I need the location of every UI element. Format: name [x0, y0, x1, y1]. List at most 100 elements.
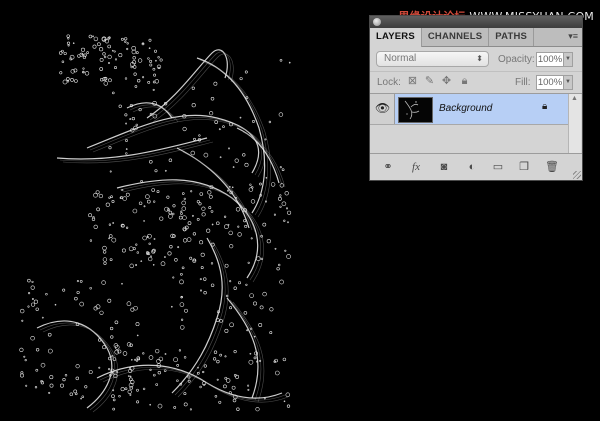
new-group-icon[interactable]: ▭	[490, 160, 506, 174]
splash-droplet	[198, 134, 201, 137]
splash-stroke	[92, 119, 265, 178]
lock-paint-icon[interactable]: ✎	[423, 75, 436, 88]
trash-icon[interactable]: 🗑︎	[544, 160, 560, 174]
blend-mode-select[interactable]: Normal ⬍	[376, 51, 489, 67]
visibility-toggle[interactable]: 👁︎	[370, 94, 395, 124]
splash-droplet	[260, 257, 264, 261]
splash-droplet	[79, 301, 84, 307]
splash-droplet	[274, 247, 277, 250]
panel-menu-icon[interactable]: ▾≡	[568, 31, 578, 42]
splash-droplet	[182, 126, 187, 132]
fx-icon[interactable]: fx	[408, 160, 424, 174]
splash-droplet	[97, 42, 101, 47]
opacity-field[interactable]: 100%	[536, 52, 564, 67]
splash-droplet	[108, 196, 111, 199]
splash-droplet	[149, 63, 153, 67]
splash-droplet	[103, 55, 107, 59]
splash-droplet	[157, 66, 161, 69]
fill-arrow-icon[interactable]: ▼	[564, 75, 573, 90]
opacity-arrow-icon[interactable]: ▼	[564, 52, 573, 67]
splash-droplet	[88, 34, 93, 39]
splash-droplet	[279, 194, 282, 197]
splash-droplet	[133, 72, 137, 76]
splash-droplet	[72, 42, 75, 45]
splash-droplet	[236, 407, 240, 411]
panel-titlebar[interactable]	[370, 16, 582, 28]
link-layers-icon[interactable]: ⚭	[380, 160, 396, 174]
tab-layers[interactable]: LAYERS	[370, 28, 422, 47]
lock-transparent-icon[interactable]: ⊠	[406, 75, 419, 88]
splash-droplet	[166, 195, 170, 199]
splash-droplet	[235, 374, 240, 379]
splash-droplet	[279, 279, 284, 285]
splash-droplet	[125, 122, 128, 125]
splash-droplet	[269, 331, 273, 335]
splash-droplet	[219, 353, 223, 357]
splash-droplet	[25, 384, 28, 387]
splash-droplet	[127, 389, 132, 395]
splash-droplet	[135, 123, 139, 127]
splash-droplet	[142, 235, 148, 241]
splash-droplet	[127, 375, 130, 378]
splash-droplet	[210, 262, 214, 265]
splash-droplet	[126, 47, 129, 51]
add-mask-icon[interactable]: ◙	[436, 160, 452, 174]
tab-paths[interactable]: PATHS	[489, 28, 535, 46]
layer-row-background[interactable]: 👁︎ Background 🔒︎	[370, 94, 570, 125]
splash-droplet	[213, 350, 218, 354]
splash-droplet	[286, 254, 291, 259]
splash-droplet	[140, 260, 143, 263]
splash-droplet	[232, 166, 235, 168]
new-layer-icon[interactable]: ❐	[516, 160, 532, 174]
splash-droplet	[229, 280, 232, 283]
splash-droplet	[66, 34, 70, 38]
splash-droplet	[284, 191, 289, 196]
splash-droplet	[176, 379, 179, 382]
splash-droplet	[199, 192, 204, 196]
splash-droplet	[125, 139, 128, 142]
splash-droplet	[168, 210, 173, 215]
splash-droplet	[224, 376, 228, 380]
splash-droplet	[184, 308, 188, 313]
layers-scrollbar[interactable]: ▲	[568, 94, 581, 156]
splash-droplet	[181, 266, 185, 270]
splash-droplet	[164, 169, 167, 172]
splash-droplet	[135, 243, 138, 246]
fill-field[interactable]: 100%	[536, 75, 564, 90]
splash-droplet	[142, 76, 145, 79]
lock-move-icon[interactable]: ✥	[440, 75, 453, 88]
splash-droplet	[183, 402, 188, 407]
splash-droplet	[118, 104, 122, 108]
splash-droplet	[234, 158, 239, 163]
adjustment-layer-icon[interactable]: ◐	[464, 160, 480, 174]
splash-droplet	[80, 47, 86, 52]
splash-droplet	[232, 398, 237, 403]
tab-channels[interactable]: CHANNELS	[422, 28, 490, 46]
splash-droplet	[203, 364, 207, 368]
splash-droplet	[171, 212, 175, 216]
splash-droplet	[154, 169, 158, 173]
splash-droplet	[180, 295, 184, 299]
close-icon[interactable]	[373, 18, 381, 26]
resize-grip-icon[interactable]	[573, 171, 581, 179]
splash-droplet	[244, 70, 248, 74]
splash-stroke	[226, 297, 259, 399]
splash-droplet	[259, 359, 262, 362]
layer-name[interactable]: Background	[439, 103, 492, 114]
splash-droplet	[231, 186, 234, 189]
splash-droplet	[135, 359, 139, 362]
splash-droplet	[278, 112, 284, 117]
splash-droplet	[121, 282, 123, 285]
splash-droplet	[131, 358, 133, 361]
splash-droplet	[40, 362, 46, 368]
scroll-up-icon[interactable]: ▲	[571, 95, 578, 102]
splash-droplet	[111, 200, 115, 203]
splash-droplet	[47, 348, 53, 354]
splash-droplet	[279, 205, 282, 208]
splash-droplet	[98, 366, 101, 369]
splash-droplet	[276, 267, 280, 271]
splash-droplet	[200, 252, 205, 257]
splash-droplet	[84, 385, 88, 389]
splash-droplet	[30, 335, 35, 341]
lock-all-icon[interactable]: 🔒︎	[458, 75, 471, 88]
